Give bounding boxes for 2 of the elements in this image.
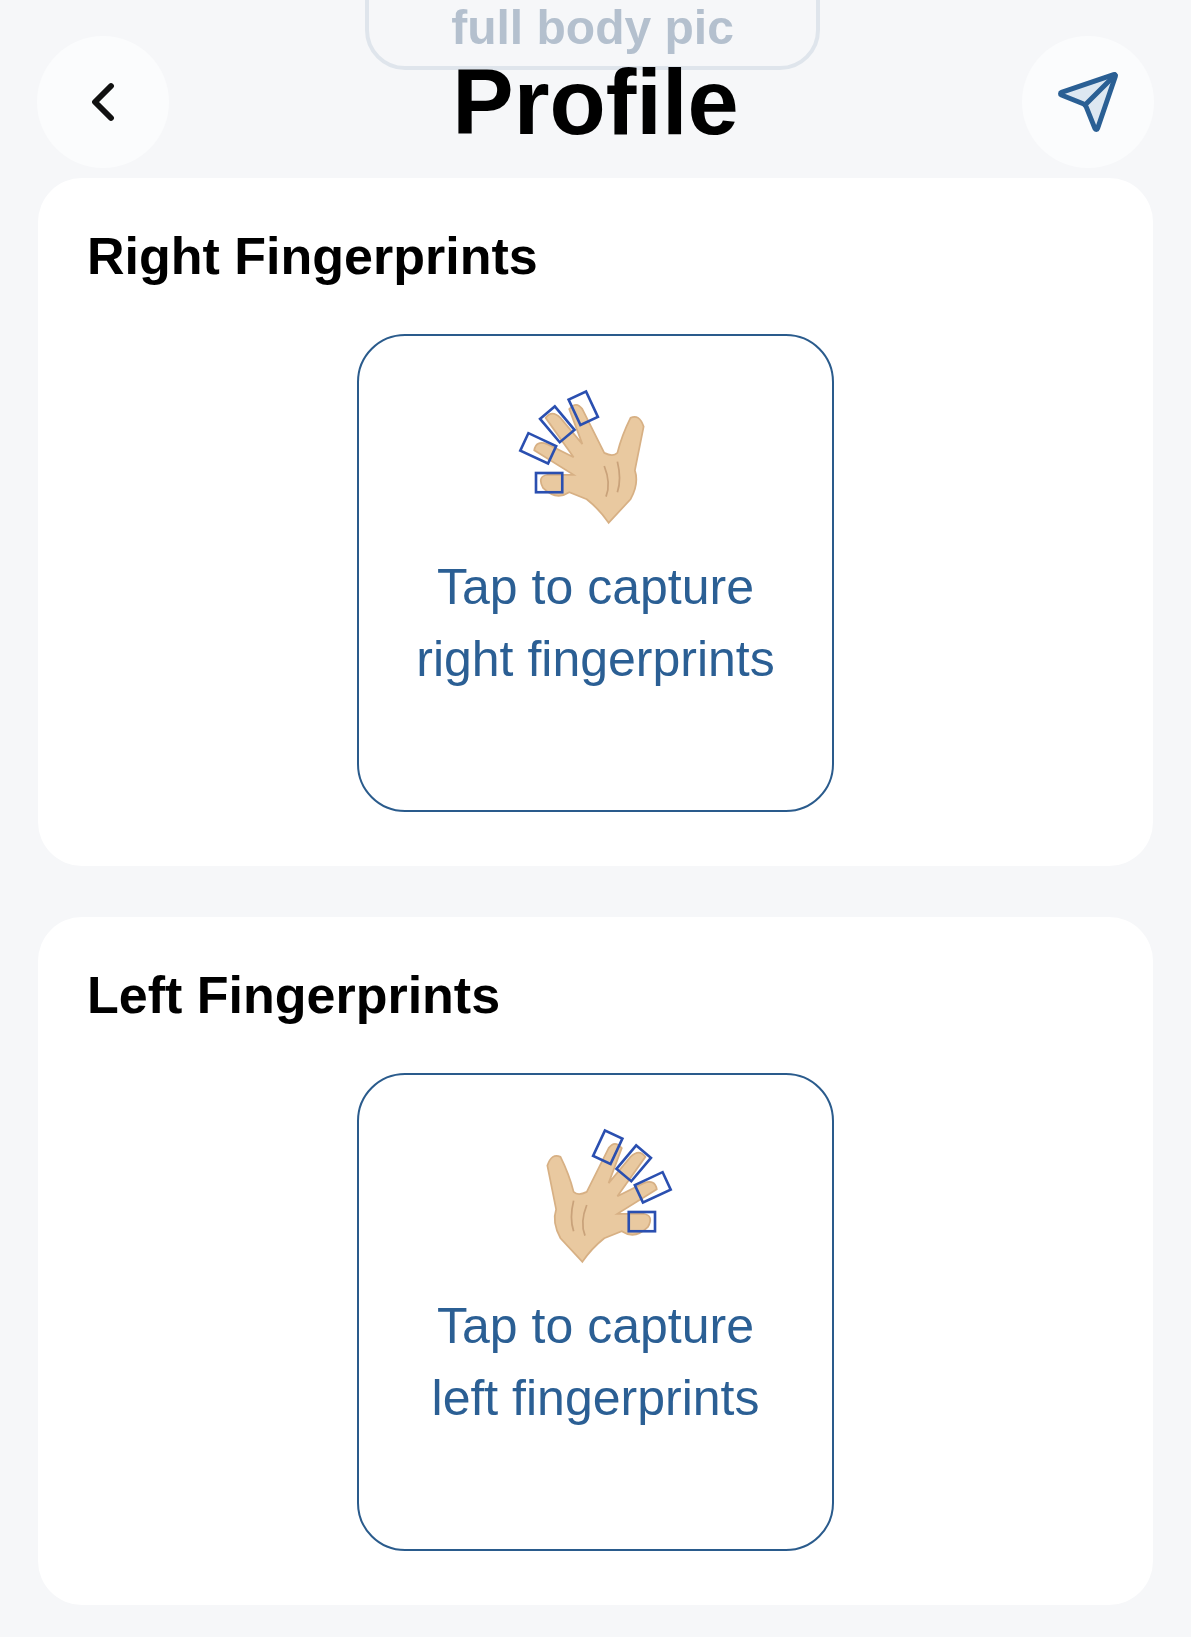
capture-button[interactable]: Tap to capture left fingerprints [357, 1073, 834, 1551]
capture-button[interactable]: Tap to capture right fingerprints [357, 334, 834, 812]
